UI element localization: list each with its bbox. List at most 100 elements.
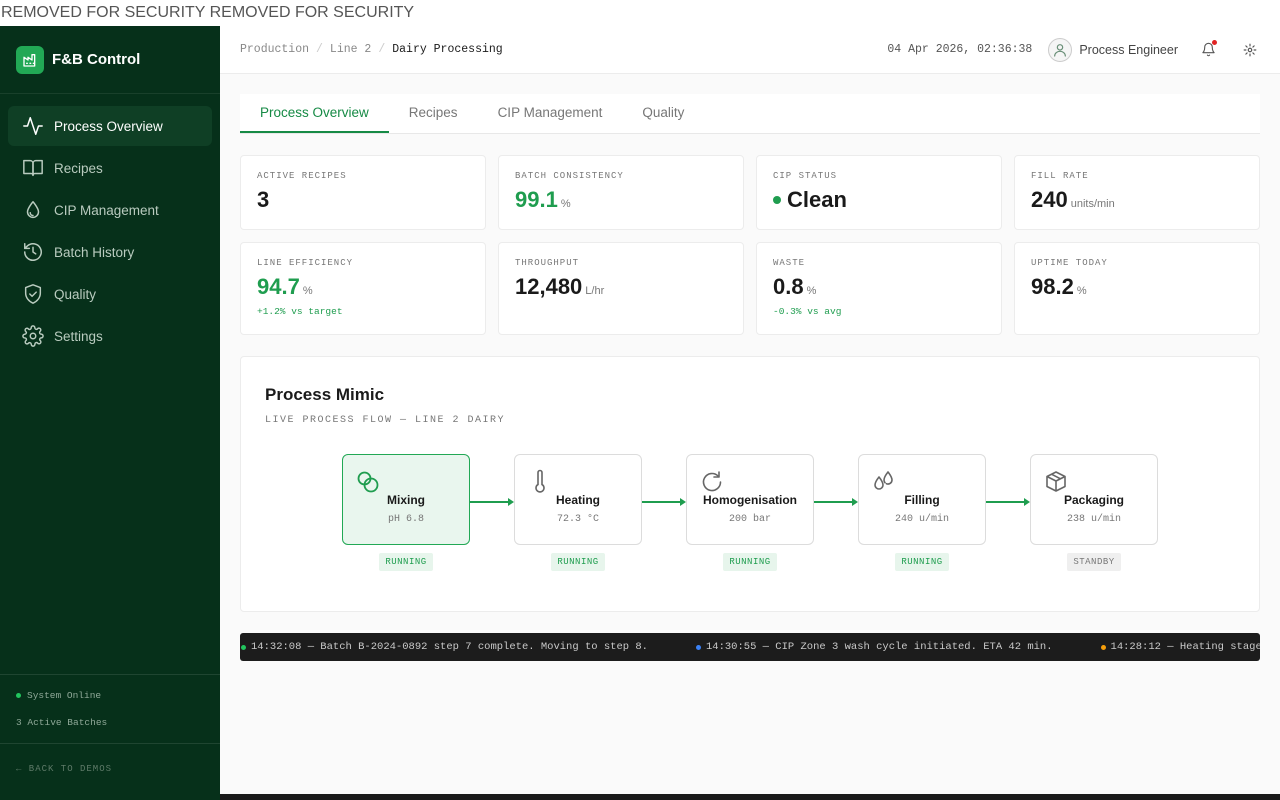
sidebar-item-label: Recipes (54, 160, 103, 176)
stage-status-badge: STANDBY (1067, 553, 1121, 571)
kpi-card-batch-consistency: BATCH CONSISTENCY 99.1% (498, 155, 744, 230)
kpi-grid: ACTIVE RECIPES 3 BATCH CONSISTENCY 99.1%… (240, 155, 1260, 335)
stage-status-badge: RUNNING (723, 553, 777, 571)
sidebar-item-label: CIP Management (54, 202, 159, 218)
ticker-text: 14:30:55 — CIP Zone 3 wash cycle initiat… (705, 641, 1053, 653)
kpi-card-waste: WASTE 0.8% -0.3% vs avg (756, 242, 1002, 335)
flow-arrow (814, 454, 858, 545)
content: Process Overview Recipes CIP Management … (220, 74, 1280, 681)
brand[interactable]: F&B Control (0, 26, 220, 94)
stage-node[interactable]: Packaging 238 u/min (1030, 454, 1158, 545)
event-dot (241, 644, 246, 650)
sidebar-item-recipes[interactable]: Recipes (8, 148, 212, 188)
kpi-card-line-efficiency: LINE EFFICIENCY 94.7% +1.2% vs target (240, 242, 486, 335)
tab-cip-management[interactable]: CIP Management (478, 94, 623, 133)
status-dot (773, 196, 781, 204)
stage-name: Filling (904, 493, 940, 507)
stage-name: Homogenisation (702, 493, 797, 507)
stage-value: pH 6.8 (387, 514, 424, 525)
sidebar-item-label: Batch History (54, 244, 135, 260)
stage-node[interactable]: Homogenisation 200 bar (686, 454, 814, 545)
kpi-unit: % (560, 198, 571, 210)
refresh-icon (702, 471, 722, 492)
mixing-icon (357, 471, 379, 493)
gear-icon (22, 325, 44, 347)
flow-arrow (642, 454, 686, 545)
event-dot (695, 644, 701, 650)
package-icon (1046, 471, 1066, 492)
user-menu[interactable]: Process Engineer (1048, 37, 1178, 62)
tab-quality[interactable]: Quality (622, 94, 704, 133)
kpi-label: LINE EFFICIENCY (257, 258, 354, 268)
stage-status-badge: RUNNING (895, 553, 949, 571)
kpi-value: 99.1 (515, 187, 558, 212)
tab-recipes[interactable]: Recipes (389, 94, 478, 133)
gear-icon (1243, 43, 1257, 56)
stage-status-badge: RUNNING (551, 553, 605, 571)
notifications-button[interactable] (1198, 39, 1218, 60)
stage-value: 200 bar (728, 514, 771, 525)
sidebar-item-quality[interactable]: Quality (8, 274, 212, 314)
stage-node[interactable]: Mixing pH 6.8 (342, 454, 470, 545)
activity-icon (23, 117, 43, 135)
tab-process-overview[interactable]: Process Overview (240, 94, 389, 133)
kpi-card-fill-rate: FILL RATE 240 units/min (1014, 155, 1260, 230)
kpi-unit: L/hr (585, 285, 605, 297)
shield-check-icon (24, 284, 42, 304)
kpi-value: 0.8 (773, 274, 804, 299)
mimic-title: Process Mimic (265, 385, 385, 404)
main-area: Production / Line 2 / Dairy Processing 0… (220, 26, 1280, 794)
stage-homogenisation: Homogenisation 200 bar RUNNING (686, 454, 814, 571)
factory-icon (16, 45, 44, 74)
kpi-card-uptime: UPTIME TODAY 98.2% (1014, 242, 1260, 335)
stage-value: 238 u/min (1066, 514, 1121, 525)
kpi-label: UPTIME TODAY (1031, 258, 1108, 268)
ticker-item: 14:32:08 — Batch B-2024-0892 step 7 comp… (241, 633, 648, 661)
back-to-demos-link[interactable]: ← BACK TO DEMOS (0, 743, 220, 794)
kpi-unit: % (302, 285, 313, 297)
flow-arrow (986, 454, 1030, 545)
breadcrumb-separator: / (378, 43, 386, 56)
stage-node[interactable]: Filling 240 u/min (858, 454, 986, 545)
kpi-value: Clean (787, 187, 847, 212)
sidebar-item-label: Quality (54, 286, 97, 302)
kpi-label: ACTIVE RECIPES (257, 171, 347, 181)
settings-button[interactable] (1240, 40, 1260, 60)
brand-name: F&B Control (52, 51, 141, 68)
stage-node[interactable]: Heating 72.3 °C (514, 454, 642, 545)
kpi-value: 94.7 (257, 274, 300, 299)
sidebar-item-settings[interactable]: Settings (8, 316, 212, 356)
book-icon (23, 159, 43, 177)
ticker-text: 14:28:12 — Heating stage temp deviation … (1110, 641, 1260, 653)
kpi-delta: -0.3% vs avg (773, 306, 842, 317)
kpi-value: 12,480 (515, 274, 583, 299)
online-indicator (16, 693, 21, 698)
stage-filling: Filling 240 u/min RUNNING (858, 454, 986, 571)
kpi-value: 3 (257, 187, 270, 212)
notification-dot (1212, 39, 1217, 45)
kpi-label: WASTE (773, 258, 806, 268)
breadcrumb-production[interactable]: Production (240, 43, 309, 56)
kpi-card-active-recipes: ACTIVE RECIPES 3 (240, 155, 486, 230)
kpi-value: 98.2 (1031, 274, 1074, 299)
topbar-right: 04 Apr 2026, 02:36:38 Process Engineer (887, 37, 1260, 62)
kpi-card-throughput: THROUGHPUT 12,480 L/hr (498, 242, 744, 335)
active-batches-text: 3 Active Batches (16, 717, 108, 728)
kpi-unit: % (806, 285, 817, 297)
stage-name: Mixing (387, 493, 425, 507)
sidebar-item-cip-management[interactable]: CIP Management (8, 190, 212, 230)
bottom-strip (220, 794, 1280, 800)
sidebar-nav: Process Overview Recipes CIP Management … (0, 94, 220, 370)
droplet-icon (26, 201, 40, 218)
sidebar-item-label: Process Overview (54, 118, 163, 134)
datetime: 04 Apr 2026, 02:36:38 (887, 43, 1033, 56)
process-flow: Mixing pH 6.8 RUNNING Heating 72.3 °C RU… (342, 454, 1158, 571)
sidebar-item-batch-history[interactable]: Batch History (8, 232, 212, 272)
breadcrumb-separator: / (316, 43, 323, 56)
breadcrumb-current: Dairy Processing (392, 43, 503, 56)
kpi-value: 240 (1031, 187, 1068, 212)
sidebar-item-process-overview[interactable]: Process Overview (8, 106, 212, 146)
breadcrumb-line[interactable]: Line 2 (330, 43, 371, 56)
stage-heating: Heating 72.3 °C RUNNING (514, 454, 642, 571)
kpi-label: FILL RATE (1031, 171, 1089, 181)
